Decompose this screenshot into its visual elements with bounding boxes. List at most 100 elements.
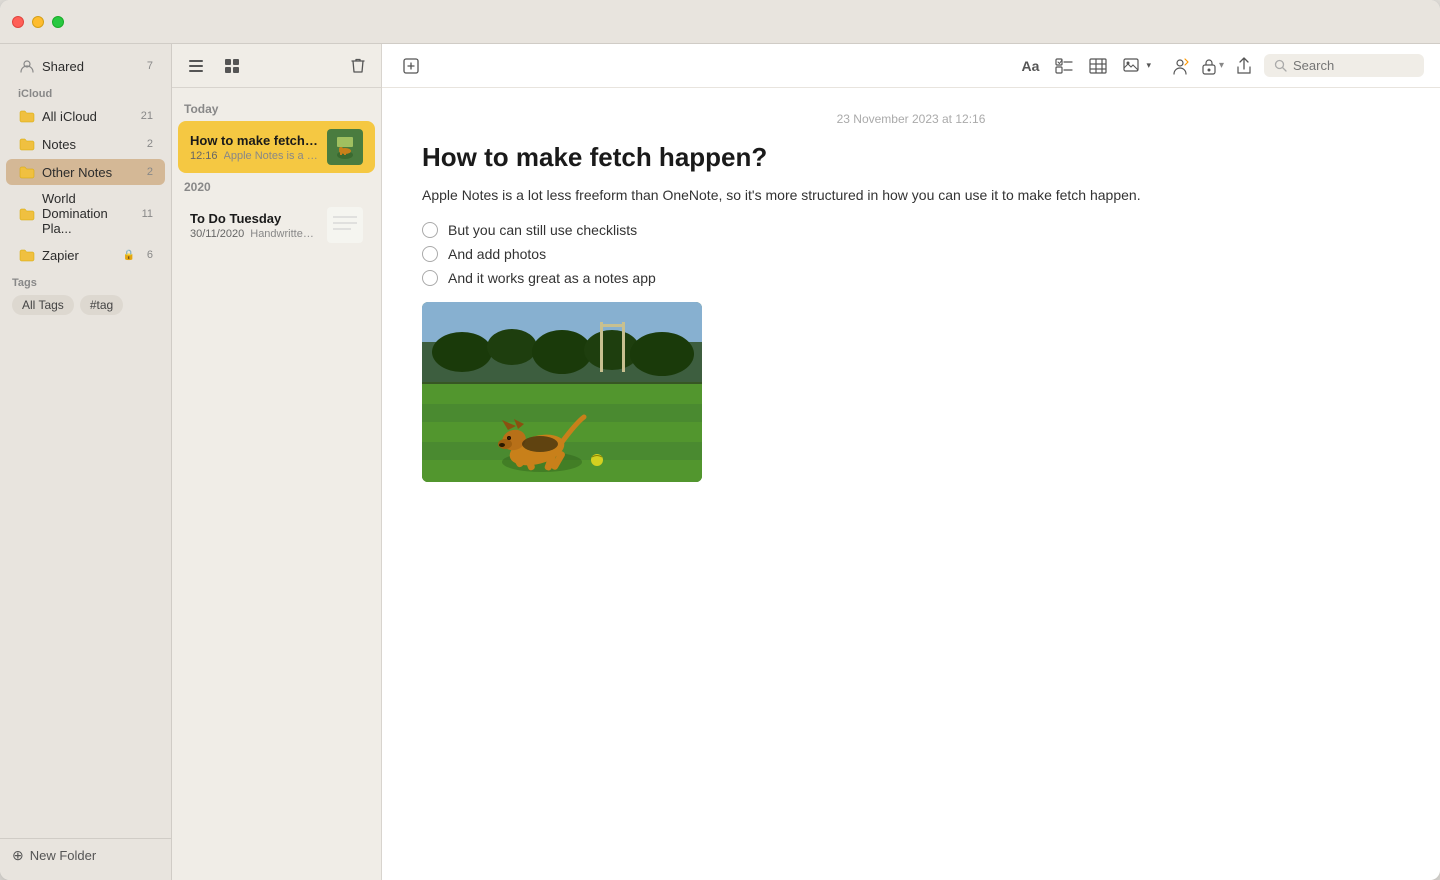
sidebar-item-all-icloud[interactable]: All iCloud 21 [6,103,165,129]
note-item-2-inner: To Do Tuesday 30/11/2020 Handwritten no.… [190,207,363,243]
checklist-item-1: But you can still use checklists [422,222,1400,238]
traffic-lights [12,16,64,28]
folder-icon-zapier [18,246,36,264]
thumbnail-2-image [327,207,363,243]
lock-icon [1201,57,1217,75]
checklist-circle-2[interactable] [422,246,438,262]
note-item-1[interactable]: How to make fetch hap... 12:16 Apple Not… [178,121,375,173]
folder-icon-notes [18,135,36,153]
shared-icon [18,57,36,75]
note-timestamp: 23 November 2023 at 12:16 [422,112,1400,126]
sidebar-item-other-notes-count: 2 [137,166,153,178]
sidebar-item-zapier-count: 6 [137,249,153,261]
tags-header: Tags [12,277,159,289]
notes-list-toolbar-left [184,56,244,76]
lock-chevron: ▾ [1219,60,1224,71]
checklist-label-3: And it works great as a notes app [448,270,656,286]
sidebar-item-zapier[interactable]: Zapier 🔒 6 [6,242,165,268]
note-item-1-meta: 12:16 Apple Notes is a lot l... [190,150,319,162]
tags-row: All Tags #tag [12,295,159,315]
grid-view-button[interactable] [220,56,244,76]
sidebar-item-world-count: 11 [137,208,153,220]
collaborate-button[interactable] [1167,55,1193,77]
new-note-icon [402,57,420,75]
tag-all-tags[interactable]: All Tags [12,295,74,315]
checklist-item-3: And it works great as a notes app [422,270,1400,286]
checklist-button[interactable] [1051,56,1077,76]
note-item-1-text: How to make fetch hap... 12:16 Apple Not… [190,133,319,162]
note-item-2-text: To Do Tuesday 30/11/2020 Handwritten no.… [190,211,319,240]
table-button[interactable] [1085,56,1111,76]
note-title[interactable]: How to make fetch happen? [422,142,1400,173]
note-item-1-title: How to make fetch hap... [190,133,319,148]
table-icon [1089,58,1107,74]
share-button[interactable] [1232,55,1256,77]
format-text-button[interactable]: Aa [1018,56,1044,76]
note-item-1-time: 12:16 [190,150,218,162]
note-item-2-thumbnail [327,207,363,243]
sidebar-item-all-icloud-label: All iCloud [42,109,137,124]
search-icon [1274,59,1287,72]
lock-button[interactable]: ▾ [1201,57,1224,75]
tag-hashtag[interactable]: #tag [80,295,123,315]
checklist-label-1: But you can still use checklists [448,222,637,238]
title-bar [0,0,1440,44]
trash-icon [351,58,365,74]
search-input[interactable] [1293,58,1413,73]
folder-icon-world [18,205,36,223]
note-image [422,302,702,482]
sidebar-item-other-notes[interactable]: Other Notes 2 [6,159,165,185]
close-button[interactable] [12,16,24,28]
note-item-1-thumbnail [327,129,363,165]
note-item-1-preview: Apple Notes is a lot l... [224,150,319,162]
note-body-text: Apple Notes is a lot less freeform than … [422,185,1400,206]
note-item-2-preview: Handwritten no... [250,228,319,240]
plus-icon: ⊕ [12,847,24,864]
checklist-circle-1[interactable] [422,222,438,238]
note-item-2[interactable]: To Do Tuesday 30/11/2020 Handwritten no.… [178,199,375,251]
sidebar-item-world-domination[interactable]: World Domination Pla... 11 [6,187,165,240]
lock-icon-small: 🔒 [123,250,135,261]
collaborate-icon [1171,57,1189,75]
action-toolbar-group: ▾ [1167,54,1424,77]
minimize-button[interactable] [32,16,44,28]
sidebar-item-shared[interactable]: Shared 7 [6,53,165,79]
checklist-item-2: And add photos [422,246,1400,262]
media-icon [1123,58,1143,74]
sidebar-footer: ⊕ New Folder [0,838,171,872]
sidebar-item-notes-label: Notes [42,137,137,152]
folder-icon-other-notes [18,163,36,181]
list-view-button[interactable] [184,56,208,76]
media-button[interactable]: ▾ [1119,56,1155,76]
media-chevron: ▾ [1146,60,1151,71]
note-detail-toolbar: Aa [382,44,1440,88]
thumbnail-1-image [327,129,363,165]
sidebar-icloud-header: iCloud [0,80,171,102]
date-section-today: Today [172,96,381,120]
trash-button[interactable] [347,56,369,76]
sidebar-item-shared-label: Shared [42,59,137,74]
formatting-toolbar-group: Aa [1018,56,1155,76]
note-item-1-inner: How to make fetch hap... 12:16 Apple Not… [190,129,363,165]
new-folder-button[interactable]: ⊕ New Folder [12,847,159,864]
notes-list-content: Today How to make fetch hap... 12:16 App… [172,88,381,880]
format-text-label: Aa [1022,58,1040,74]
share-icon [1236,57,1252,75]
new-note-button[interactable] [398,55,424,77]
sidebar-item-other-notes-label: Other Notes [42,165,137,180]
checklist-circle-3[interactable] [422,270,438,286]
tags-section: Tags All Tags #tag [0,269,171,323]
sidebar-item-all-icloud-count: 21 [137,110,153,122]
maximize-button[interactable] [52,16,64,28]
sidebar-item-notes-count: 2 [137,138,153,150]
dog-photo [422,302,702,482]
notes-list-panel: Today How to make fetch hap... 12:16 App… [172,44,382,880]
new-folder-label: New Folder [30,848,96,863]
sidebar-item-world-label: World Domination Pla... [42,191,137,236]
sidebar-item-shared-count: 7 [137,60,153,72]
note-item-2-title: To Do Tuesday [190,211,319,226]
search-bar [1264,54,1424,77]
checklist-label-2: And add photos [448,246,546,262]
notes-list-toolbar [172,44,381,88]
sidebar-item-notes[interactable]: Notes 2 [6,131,165,157]
